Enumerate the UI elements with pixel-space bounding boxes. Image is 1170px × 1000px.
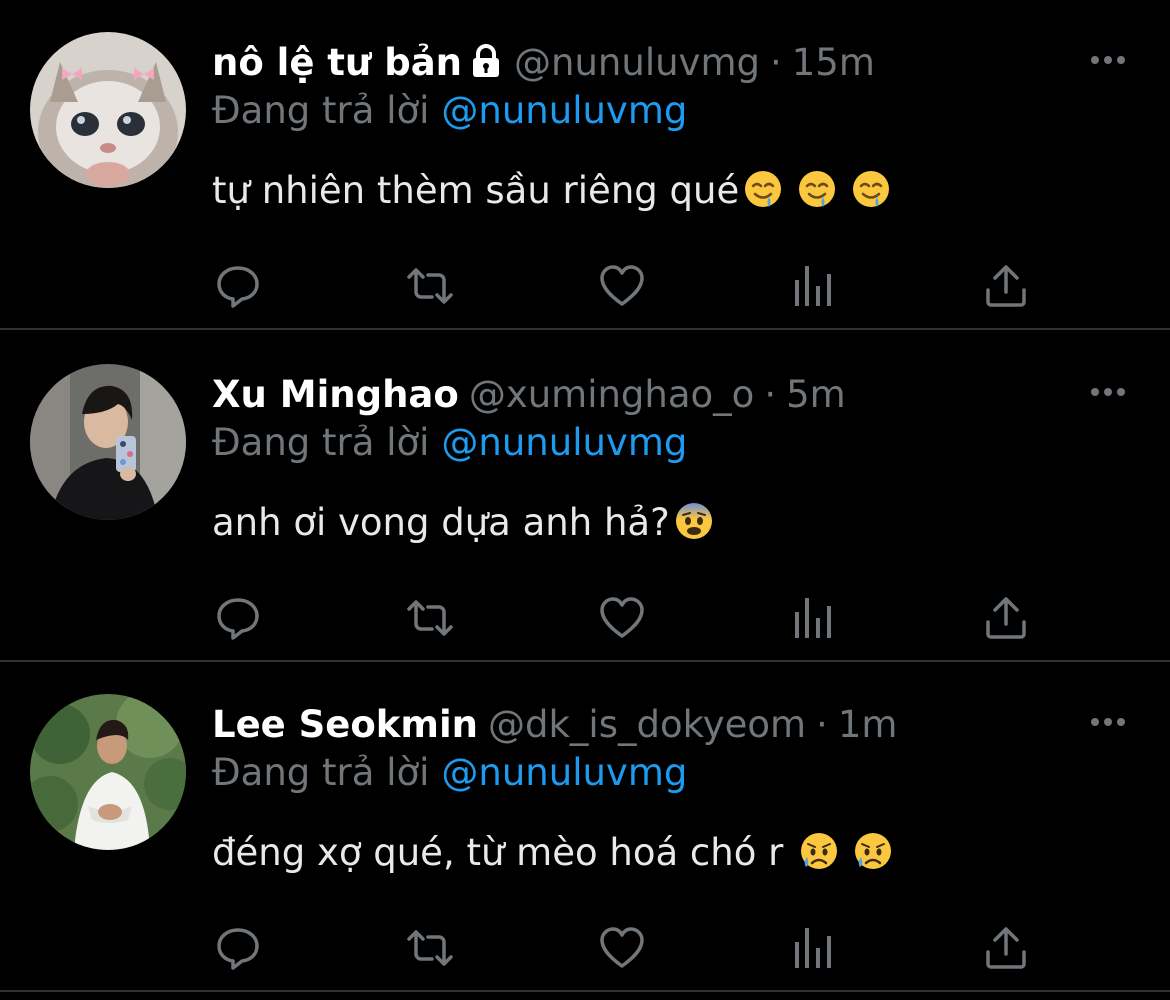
- user-handle[interactable]: @dk_is_dokyeom: [488, 703, 806, 746]
- replying-to: Đang trả lời @nunuluvmg: [212, 748, 687, 798]
- tweet-header: nô lệ tư bản @nunuluvmg · 15m: [212, 38, 875, 88]
- more-icon[interactable]: [1088, 712, 1128, 732]
- drooling-face-icon: [743, 169, 783, 222]
- share-icon[interactable]: [982, 924, 1030, 972]
- tweet-text-content: tự nhiên thèm sầu riêng qué: [212, 169, 740, 212]
- retweet-icon[interactable]: [406, 924, 454, 972]
- avatar[interactable]: [30, 364, 186, 520]
- divider: [0, 328, 1170, 330]
- timestamp[interactable]: 1m: [838, 703, 898, 746]
- reply-icon[interactable]: [214, 594, 262, 642]
- tweet-actions: [0, 924, 1170, 972]
- separator: ·: [764, 373, 777, 416]
- separator: ·: [769, 41, 782, 84]
- user-handle[interactable]: @nunuluvmg: [514, 41, 760, 84]
- replying-to-link[interactable]: @nunuluvmg: [441, 89, 687, 132]
- tweet-text-content: đéng xợ qué, từ mèo hoá chó r: [212, 831, 784, 874]
- timestamp[interactable]: 15m: [792, 41, 875, 84]
- separator: ·: [816, 703, 828, 746]
- tweet-actions: [0, 594, 1170, 642]
- display-name[interactable]: nô lệ tư bản: [212, 41, 462, 84]
- display-name[interactable]: Xu Minghao: [212, 373, 459, 416]
- reply-icon[interactable]: [214, 924, 262, 972]
- replying-label: Đang trả lời: [212, 89, 430, 132]
- replying-label: Đang trả lời: [212, 421, 430, 464]
- anxious-face-icon: [674, 501, 714, 554]
- tweet-text: tự nhiên thèm sầu riêng qué: [212, 166, 891, 222]
- replying-to: Đang trả lời @nunuluvmg: [212, 418, 687, 468]
- tweet-header: Xu Minghao @xuminghao_o · 5m: [212, 370, 846, 420]
- tweet[interactable]: nô lệ tư bản @nunuluvmg · 15m Đang trả lời @…: [0, 0, 1170, 330]
- sad-but-relieved-face-icon: [799, 831, 839, 884]
- more-icon[interactable]: [1088, 50, 1128, 70]
- lock-icon: [468, 42, 504, 92]
- display-name[interactable]: Lee Seokmin: [212, 703, 478, 746]
- sad-but-relieved-face-icon: [853, 831, 893, 884]
- tweet-header: Lee Seokmin @dk_is_dokyeom · 1m: [212, 700, 897, 750]
- replying-to-link[interactable]: @nunuluvmg: [441, 421, 687, 464]
- analytics-icon[interactable]: [790, 924, 838, 972]
- retweet-icon[interactable]: [406, 594, 454, 642]
- tweet[interactable]: Xu Minghao @xuminghao_o · 5m Đang trả lời @n…: [0, 332, 1170, 662]
- tweet-text: anh ơi vong dựa anh hả?: [212, 498, 714, 554]
- avatar[interactable]: [30, 32, 186, 188]
- replying-to: Đang trả lời @nunuluvmg: [212, 86, 687, 136]
- retweet-icon[interactable]: [406, 262, 454, 310]
- timestamp[interactable]: 5m: [786, 373, 846, 416]
- tweet-text-content: anh ơi vong dựa anh hả?: [212, 501, 670, 544]
- drooling-face-icon: [797, 169, 837, 222]
- drooling-face-icon: [851, 169, 891, 222]
- analytics-icon[interactable]: [790, 594, 838, 642]
- avatar[interactable]: [30, 694, 186, 850]
- more-icon[interactable]: [1088, 382, 1128, 402]
- replying-label: Đang trả lời: [212, 751, 430, 794]
- share-icon[interactable]: [982, 262, 1030, 310]
- tweet-actions: [0, 262, 1170, 310]
- reply-icon[interactable]: [214, 262, 262, 310]
- like-icon[interactable]: [598, 594, 646, 642]
- tweet[interactable]: Lee Seokmin @dk_is_dokyeom · 1m Đang trả lờ…: [0, 662, 1170, 992]
- like-icon[interactable]: [598, 924, 646, 972]
- divider: [0, 990, 1170, 992]
- user-handle[interactable]: @xuminghao_o: [469, 373, 755, 416]
- share-icon[interactable]: [982, 594, 1030, 642]
- analytics-icon[interactable]: [790, 262, 838, 310]
- like-icon[interactable]: [598, 262, 646, 310]
- replying-to-link[interactable]: @nunuluvmg: [441, 751, 687, 794]
- tweet-text: đéng xợ qué, từ mèo hoá chó r: [212, 828, 893, 884]
